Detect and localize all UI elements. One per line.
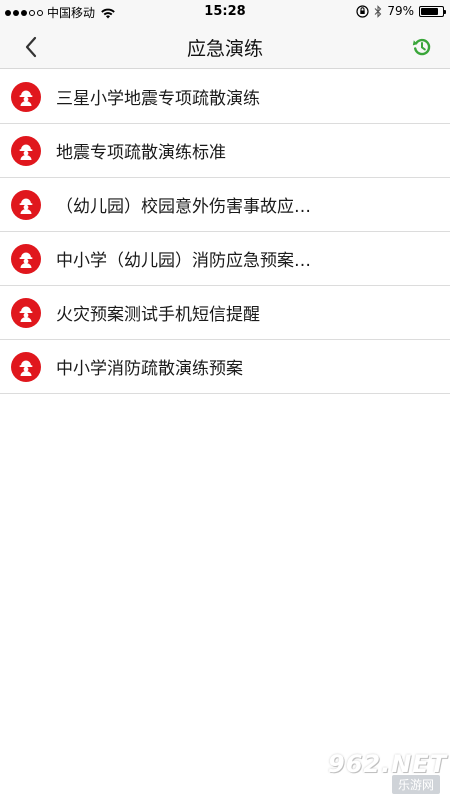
drill-list: 三星小学地震专项疏散演练 地震专项疏散演练标准 （幼儿园）校园意外伤害事故应… … [0,70,450,394]
list-item-label: 中小学（幼儿园）消防应急预案… [56,251,311,271]
status-right: 79% [356,4,446,18]
list-item-label: 地震专项疏散演练标准 [56,143,226,163]
list-item[interactable]: 火灾预案测试手机短信提醒 [0,286,450,340]
firefighter-icon [11,351,41,382]
status-bar: 中国移动 15:28 79% [0,0,450,24]
firefighter-icon [11,189,41,220]
list-item[interactable]: 中小学（幼儿园）消防应急预案… [0,232,450,286]
nav-bar: 应急演练 [0,24,450,69]
firefighter-icon [11,135,41,166]
battery-percent: 79% [387,4,414,18]
list-item[interactable]: （幼儿园）校园意外伤害事故应… [0,178,450,232]
firefighter-icon [11,81,41,112]
watermark-logo: 962.NET [328,750,448,778]
battery-level [421,7,438,15]
refresh-history-icon [412,38,431,56]
list-item-label: 火灾预案测试手机短信提醒 [56,305,260,325]
orientation-lock-icon [356,4,369,18]
watermark: 962.NET 乐游网 [318,750,446,796]
list-item[interactable]: 地震专项疏散演练标准 [0,124,450,178]
list-item-label: 中小学消防疏散演练预案 [56,359,243,379]
firefighter-icon [11,243,41,274]
list-item[interactable]: 中小学消防疏散演练预案 [0,340,450,394]
list-item-label: 三星小学地震专项疏散演练 [56,89,260,109]
list-item[interactable]: 三星小学地震专项疏散演练 [0,70,450,124]
refresh-button[interactable] [408,33,436,61]
watermark-sub: 乐游网 [391,775,440,794]
page-title: 应急演练 [186,38,263,60]
list-item-label: （幼儿园）校园意外伤害事故应… [56,197,311,217]
firefighter-icon [11,297,41,328]
bluetooth-icon [374,4,382,18]
battery-icon [419,5,446,17]
